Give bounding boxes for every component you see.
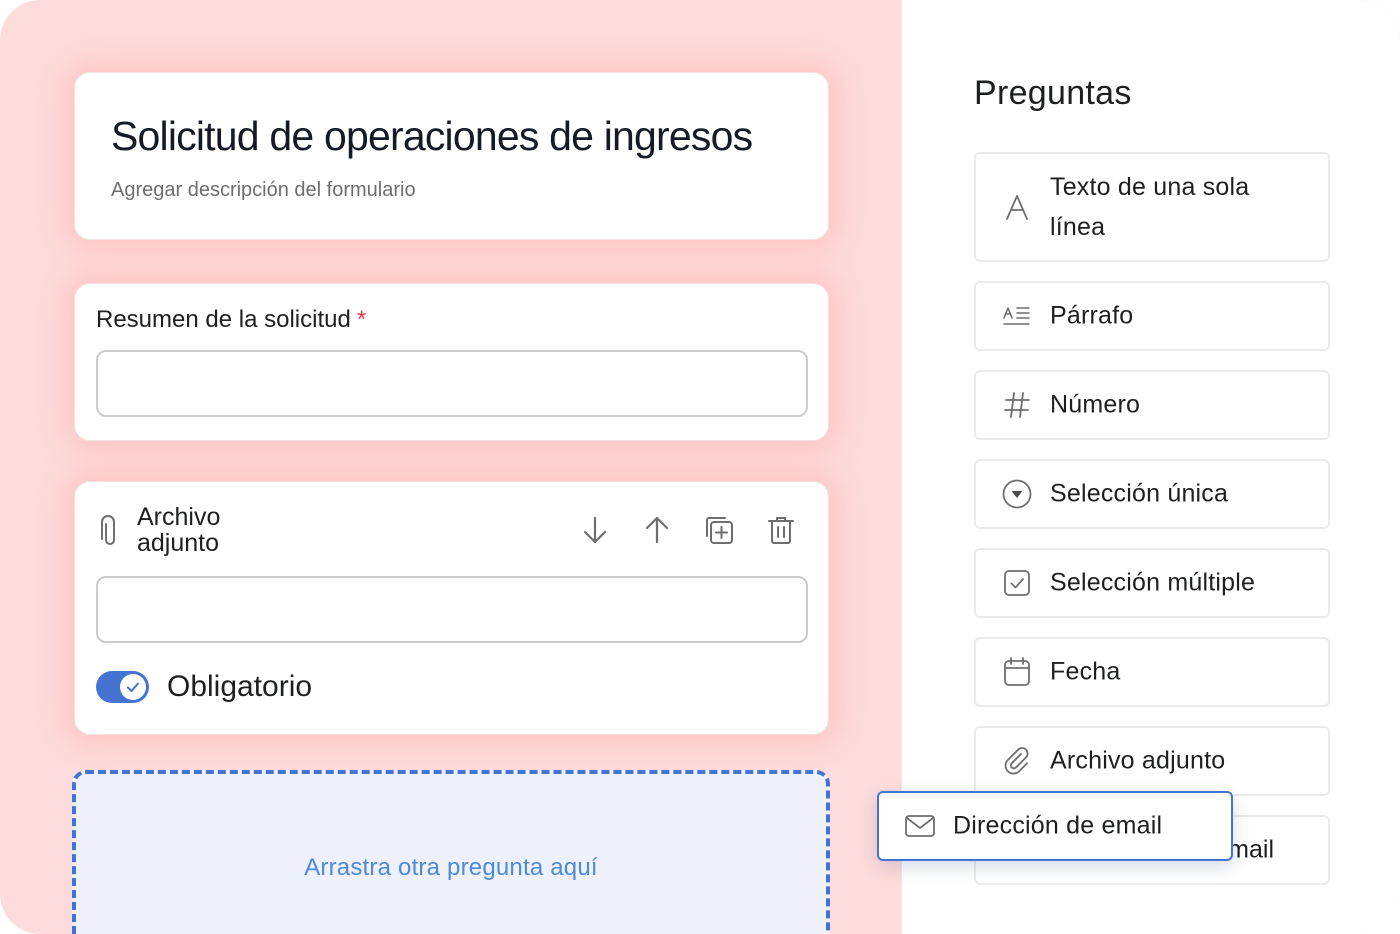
question-type-label-partial: mail [1228, 835, 1274, 864]
duplicate-button[interactable] [703, 514, 735, 546]
form-header-card[interactable]: Solicitud de operaciones de ingresos Agr… [74, 72, 829, 240]
dragging-item-label: Dirección de email [953, 811, 1163, 840]
dragging-question-type-email[interactable]: Dirección de email [877, 791, 1233, 861]
question-type-multi-select[interactable]: Selección múltiple [974, 548, 1330, 618]
attachment-question-title[interactable]: Archivo adjunto [137, 504, 220, 556]
required-toggle[interactable] [96, 671, 149, 703]
trash-icon [768, 517, 794, 544]
paperclip-icon [1000, 744, 1034, 778]
question-type-attachment[interactable]: Archivo adjunto [974, 726, 1330, 796]
move-down-button[interactable] [579, 514, 611, 546]
calendar-icon [1000, 655, 1034, 689]
question-card-summary[interactable]: Resumen de la solicitud * [74, 283, 829, 441]
check-icon [127, 682, 139, 692]
checkbox-icon [1000, 566, 1034, 600]
arrow-down-icon [583, 516, 607, 544]
attachment-input[interactable] [96, 576, 808, 643]
form-title[interactable]: Solicitud de operaciones de ingresos [111, 113, 753, 160]
form-builder-canvas: Solicitud de operaciones de ingresos Agr… [0, 0, 1400, 934]
question-label: Resumen de la solicitud * [96, 306, 366, 334]
envelope-icon [903, 809, 937, 843]
paragraph-icon [1000, 299, 1034, 333]
question-type-label: Número [1050, 390, 1141, 419]
question-type-label: Selección múltiple [1050, 568, 1256, 597]
required-asterisk: * [356, 306, 367, 333]
text-a-icon [1000, 190, 1034, 224]
toggle-knob [120, 674, 146, 700]
question-type-label: Fecha [1050, 657, 1121, 686]
attachment-title-line1: Archivo [137, 503, 221, 531]
question-type-paragraph[interactable]: Párrafo [974, 281, 1330, 351]
question-type-label: Selección única [1050, 479, 1229, 508]
question-type-number[interactable]: Número [974, 370, 1330, 440]
hash-icon [1000, 388, 1034, 422]
delete-button[interactable] [765, 514, 797, 546]
dropdown-circle-icon [1000, 477, 1034, 511]
form-description-placeholder[interactable]: Agregar descripción del formulario [111, 179, 416, 202]
question-label-text: Resumen de la solicitud [96, 306, 351, 333]
required-toggle-label: Obligatorio [167, 670, 313, 703]
duplicate-icon [706, 517, 733, 544]
question-card-attachment[interactable]: Archivo adjunto Obligatorio [74, 481, 829, 735]
question-type-single-line[interactable]: Texto de una sola línea [974, 152, 1330, 262]
summary-input[interactable] [96, 350, 808, 417]
question-type-date[interactable]: Fecha [974, 637, 1330, 707]
question-type-label: Párrafo [1050, 301, 1134, 330]
arrow-up-icon [645, 516, 669, 544]
panel-title: Preguntas [974, 74, 1132, 112]
paperclip-icon [101, 515, 115, 545]
attachment-title-line2: adjunto [137, 529, 220, 557]
move-up-button[interactable] [641, 514, 673, 546]
question-type-label: Texto de una sola línea [1050, 173, 1250, 241]
question-type-label: Archivo adjunto [1050, 746, 1226, 775]
drop-zone-text: Arrastra otra pregunta aquí [304, 854, 598, 881]
drop-zone[interactable]: Arrastra otra pregunta aquí [72, 770, 830, 934]
question-type-single-select[interactable]: Selección única [974, 459, 1330, 529]
